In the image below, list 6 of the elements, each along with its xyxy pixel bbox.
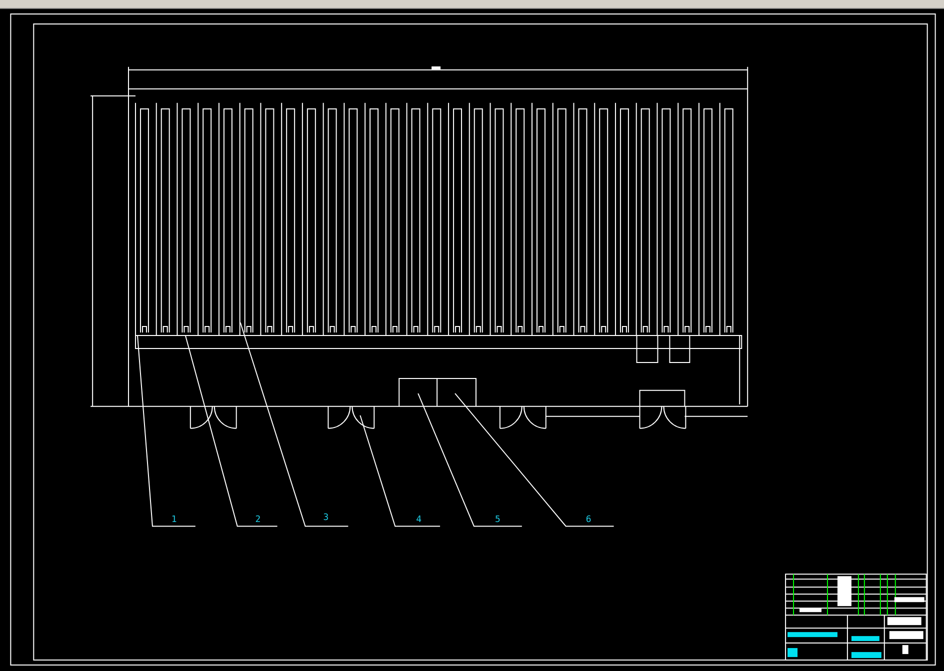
callout-number: 6 bbox=[586, 515, 592, 526]
callout-number: 1 bbox=[171, 515, 177, 526]
callout-number: 4 bbox=[416, 515, 422, 526]
callout-number: 5 bbox=[494, 515, 500, 526]
callout-number: 3 bbox=[323, 513, 329, 524]
callout-number: 2 bbox=[255, 515, 261, 526]
